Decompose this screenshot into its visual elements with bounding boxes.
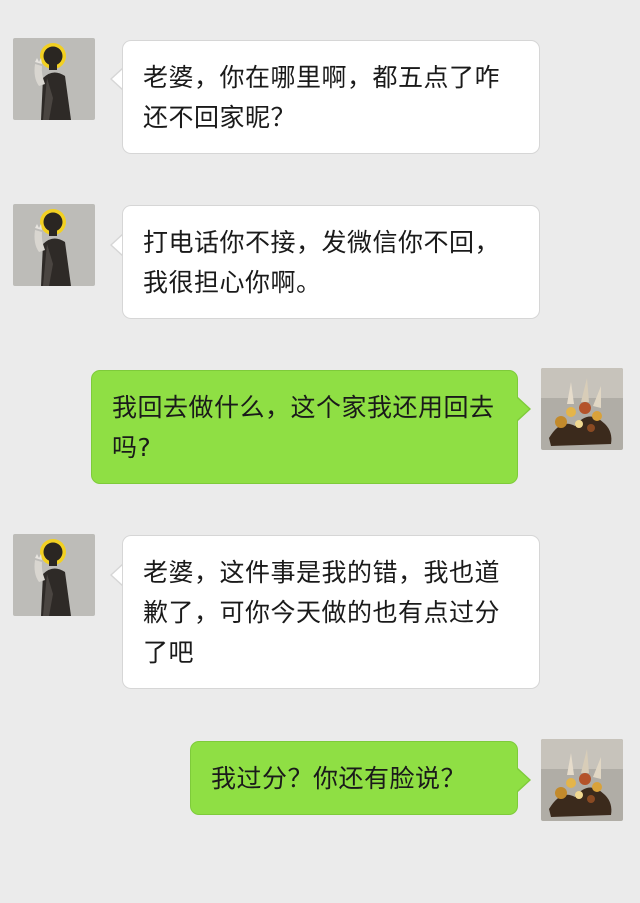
jesus-figure-avatar-icon [13,204,95,286]
bubble-tail [517,398,529,420]
user-avatar[interactable] [541,368,623,450]
contact-avatar[interactable] [13,204,95,286]
bubble-tail [517,769,529,791]
message-text: 老婆，你在哪里啊，都五点了咋还不回家昵？ [143,63,501,132]
incoming-message-bubble[interactable]: 老婆，这件事是我的错，我也道歉了，可你今天做的也有点过分了吧 [122,535,540,689]
chat-conversation: 老婆，你在哪里啊，都五点了咋还不回家昵？ 打电话你不接，发微信你不回，我很担心你… [0,0,640,903]
flower-basket-avatar-icon [541,368,623,450]
message-text: 我过分？你还有脸说？ [211,764,467,793]
contact-avatar[interactable] [13,534,95,616]
message-text: 打电话你不接，发微信你不回，我很担心你啊。 [143,228,501,297]
user-avatar[interactable] [541,739,623,821]
jesus-figure-avatar-icon [13,38,95,120]
message-text: 我回去做什么，这个家我还用回去吗? [112,393,495,462]
outgoing-message-bubble[interactable]: 我回去做什么，这个家我还用回去吗? [91,370,518,484]
incoming-message-bubble[interactable]: 打电话你不接，发微信你不回，我很担心你啊。 [122,205,540,319]
jesus-figure-avatar-icon [13,534,95,616]
contact-avatar[interactable] [13,38,95,120]
message-text: 老婆，这件事是我的错，我也道歉了，可你今天做的也有点过分了吧 [143,558,501,667]
outgoing-message-bubble[interactable]: 我过分？你还有脸说？ [190,741,518,815]
incoming-message-bubble[interactable]: 老婆，你在哪里啊，都五点了咋还不回家昵？ [122,40,540,154]
flower-basket-avatar-icon [541,739,623,821]
